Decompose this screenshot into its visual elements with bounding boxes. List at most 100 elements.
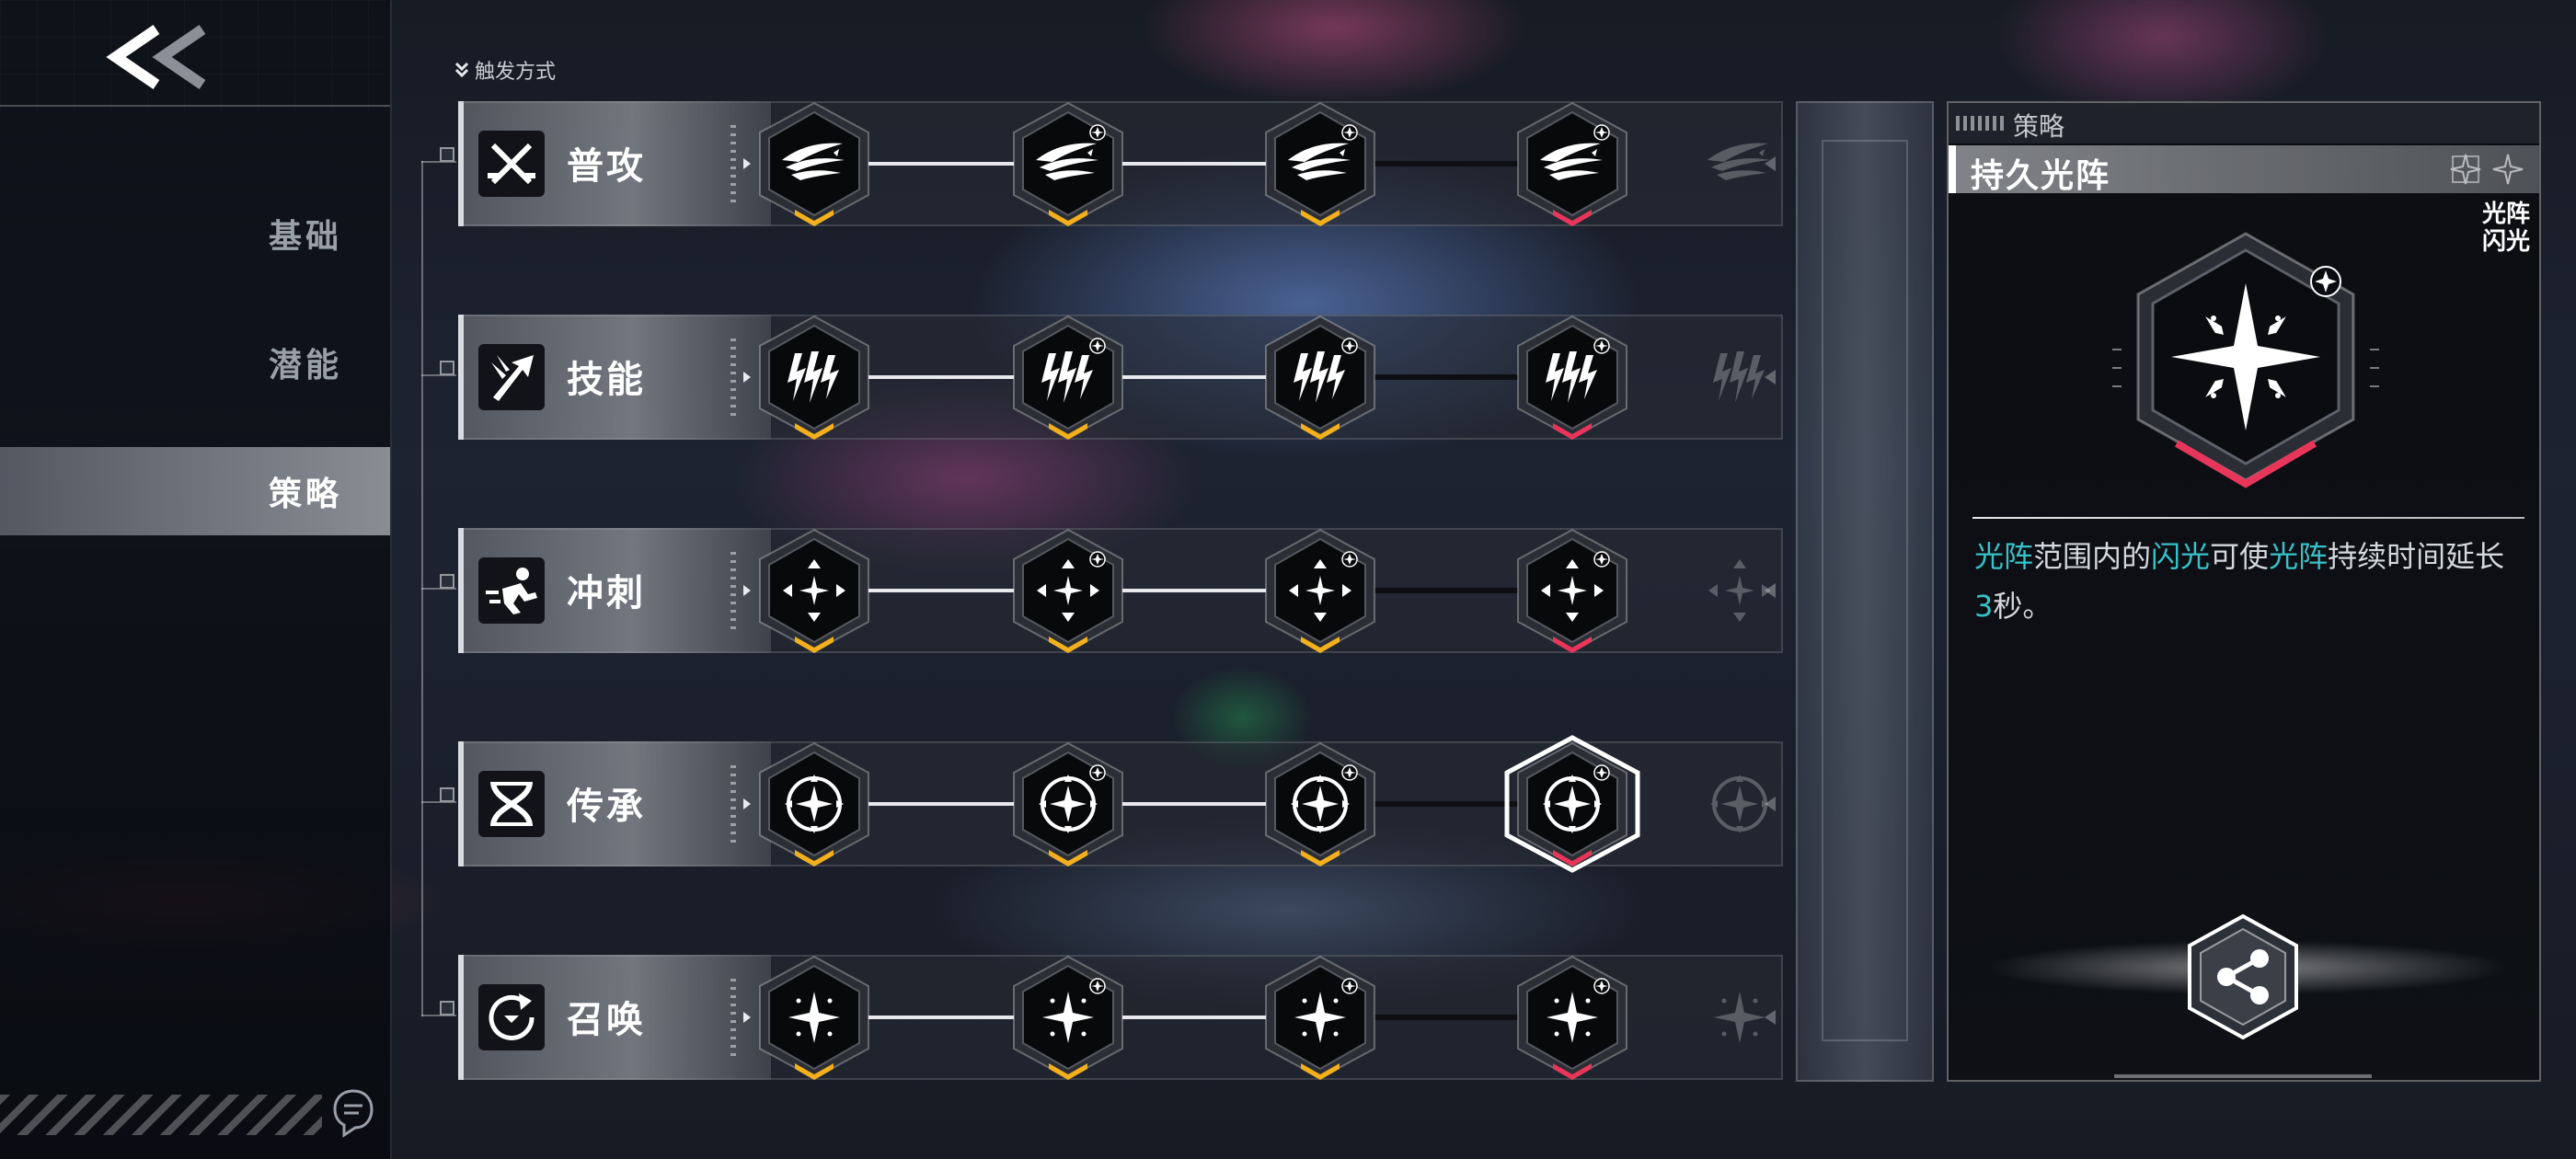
- row-icon: [478, 984, 545, 1050]
- strategy-node[interactable]: [1008, 528, 1128, 653]
- row-name: 技能: [567, 359, 646, 401]
- tree-node: [440, 361, 454, 375]
- node-connector: [863, 589, 1019, 592]
- row-arrow: [743, 1012, 751, 1023]
- tree-node: [440, 1001, 454, 1016]
- strategy-node[interactable]: [1260, 315, 1380, 440]
- node-connector: [863, 375, 1019, 379]
- star-outline-icon: [2450, 154, 2481, 185]
- node-connector: [1369, 1015, 1524, 1020]
- node-connector: [1369, 588, 1524, 593]
- strategy-node[interactable]: [1008, 315, 1128, 440]
- highlight-keyword: 光阵: [2269, 539, 2329, 574]
- strategy-node[interactable]: [1260, 528, 1380, 653]
- strategy-row: 冲刺: [458, 528, 1783, 653]
- strategy-node-icon: [1265, 741, 1375, 866]
- strategy-node-icon: [1013, 315, 1123, 440]
- tree-node: [440, 147, 454, 162]
- strategy-node[interactable]: [1512, 528, 1632, 653]
- strategy-description: 光阵范围内的闪光可使光阵持续时间延长3秒。: [1974, 532, 2517, 631]
- strategy-node-icon: [1517, 528, 1627, 653]
- row-collapse-arrow[interactable]: [1765, 370, 1776, 384]
- nav-item-strategy[interactable]: 策略: [0, 447, 390, 535]
- row-arrow: [743, 158, 751, 169]
- strategy-node[interactable]: [1008, 955, 1128, 1080]
- strategy-node[interactable]: [754, 955, 874, 1080]
- node-connector: [1117, 162, 1271, 166]
- row-name: 冲刺: [567, 572, 646, 614]
- row-dots: [730, 339, 736, 416]
- row-label[interactable]: 召唤: [458, 955, 771, 1080]
- row-collapse-arrow[interactable]: [1765, 583, 1776, 598]
- highlight-keyword: 光阵: [1974, 539, 2034, 574]
- strategy-row: 传承: [458, 735, 1783, 873]
- double-chevron-left-icon: [106, 25, 206, 89]
- panel-title-bar: 持久光阵: [1949, 145, 2539, 195]
- back-button[interactable]: [103, 20, 223, 94]
- strategy-node-icon: [759, 741, 869, 866]
- strategy-row: 普攻: [458, 101, 1783, 226]
- node-connector: [1117, 1016, 1271, 1019]
- strategy-node[interactable]: [1512, 315, 1632, 440]
- strategy-node-icon: [1013, 101, 1123, 226]
- strategy-node[interactable]: [1260, 741, 1380, 866]
- strategy-node[interactable]: [1512, 101, 1632, 226]
- strategy-node[interactable]: [1512, 955, 1632, 1080]
- double-chevron-down-icon: [454, 62, 469, 78]
- strategy-node[interactable]: [1008, 101, 1128, 226]
- row-arrow: [743, 798, 751, 809]
- strategy-node-icon: [1265, 101, 1375, 226]
- strategy-node[interactable]: [754, 528, 874, 653]
- row-label[interactable]: 普攻: [458, 101, 771, 226]
- strategy-node[interactable]: [754, 315, 874, 440]
- divider-inner: [1822, 140, 1908, 1041]
- strategy-node[interactable]: [1008, 741, 1128, 866]
- row-label[interactable]: 冲刺: [458, 528, 771, 653]
- node-connector: [863, 1016, 1019, 1019]
- detail-panel: 策略 持久光阵 光阵 闪光 光阵范围内的闪光可使光阵持续时间延长3秒。: [1947, 101, 2541, 1082]
- description-text: 范围内的: [2033, 539, 2152, 574]
- header-dots: [1956, 116, 2004, 131]
- panel-header: 策略: [1949, 103, 2539, 143]
- description-text: 可使: [2210, 539, 2270, 574]
- panel-title: 持久光阵: [1971, 157, 2111, 195]
- node-connector: [863, 802, 1019, 806]
- row-name: 召唤: [567, 999, 646, 1041]
- hatch-decoration: [0, 1095, 322, 1135]
- strategy-node[interactable]: [754, 101, 874, 226]
- row-icon: [478, 771, 545, 837]
- nav-item-potential[interactable]: 潜能: [0, 318, 390, 407]
- row-collapse-arrow[interactable]: [1765, 156, 1776, 171]
- strategy-node[interactable]: [1260, 955, 1380, 1080]
- description-text: 持续时间延长: [2328, 539, 2505, 574]
- strategy-node-icon: [1013, 955, 1123, 1080]
- left-nav: 基础 潜能 策略: [0, 0, 392, 1159]
- row-icon: [478, 131, 545, 197]
- strategy-node-icon: [759, 528, 869, 653]
- trigger-mode-text: 触发方式: [475, 61, 557, 84]
- strategy-node-selected[interactable]: [1504, 735, 1640, 873]
- crossed-swords-icon: [488, 143, 535, 185]
- strategy-node-icon: [759, 101, 869, 226]
- nav-item-basic[interactable]: 基础: [0, 189, 390, 278]
- highlight-keyword: 3: [1974, 589, 1994, 624]
- tree-node: [440, 574, 454, 589]
- divider-column: [1796, 101, 1934, 1082]
- tag-list: 光阵 闪光: [2482, 201, 2530, 256]
- nav-divider: [0, 105, 390, 107]
- panel-bottom-indicator: [2114, 1074, 2372, 1078]
- strategy-node-icon: [1517, 955, 1627, 1080]
- tree-node: [440, 787, 454, 802]
- strategy-node[interactable]: [754, 741, 874, 866]
- row-label[interactable]: 传承: [458, 741, 771, 866]
- row-collapse-arrow[interactable]: [1765, 1010, 1776, 1025]
- node-connector: [1117, 802, 1271, 806]
- strategy-row: 召唤: [458, 955, 1783, 1080]
- row-label[interactable]: 技能: [458, 315, 771, 440]
- share-button[interactable]: [2182, 912, 2304, 1041]
- row-arrow: [743, 585, 751, 596]
- row-dots: [730, 765, 736, 843]
- strategy-node[interactable]: [1260, 101, 1380, 226]
- chat-icon[interactable]: [331, 1087, 375, 1139]
- row-collapse-arrow[interactable]: [1765, 797, 1776, 811]
